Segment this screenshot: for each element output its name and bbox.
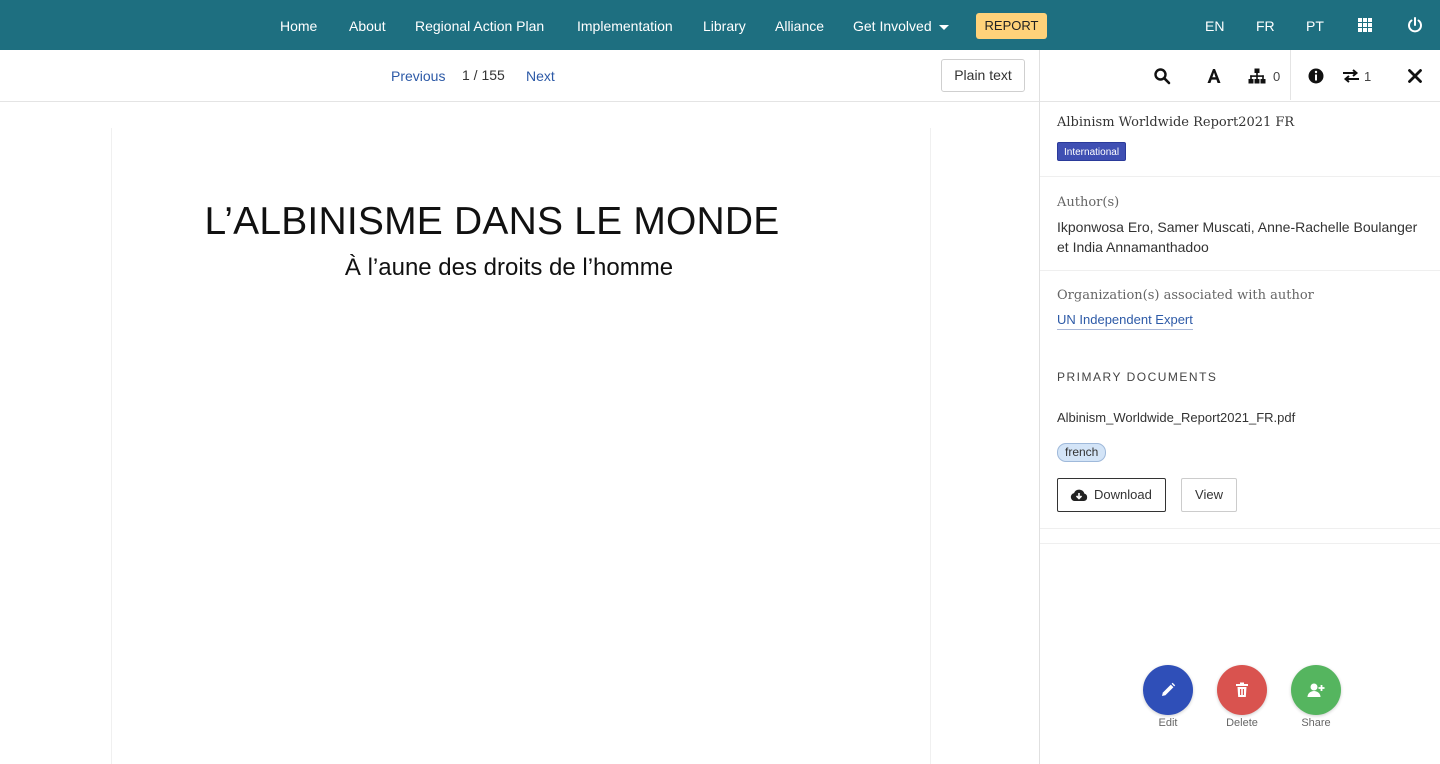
- hierarchy-icon[interactable]: [1248, 67, 1266, 85]
- nav-implementation[interactable]: Implementation: [577, 0, 673, 50]
- page-count: 1 / 155: [462, 67, 505, 83]
- exchange-icon[interactable]: [1342, 67, 1360, 85]
- nav-get-involved[interactable]: Get Involved: [853, 0, 949, 50]
- document-name: Albinism Worldwide Report2021 FR: [1057, 115, 1295, 130]
- pencil-icon: [1162, 682, 1176, 696]
- chevron-down-icon: [938, 24, 949, 30]
- authors-value: Ikponwosa Ero, Samer Muscati, Anne-Rache…: [1057, 219, 1418, 255]
- document-page: L’ALBINISME DANS LE MONDE À l’aune des d…: [111, 128, 931, 764]
- grid-icon[interactable]: [1356, 16, 1374, 34]
- lang-fr[interactable]: FR: [1256, 0, 1275, 50]
- font-icon[interactable]: [1205, 67, 1223, 85]
- nav-regional-action-plan[interactable]: Regional Action Plan: [415, 0, 544, 50]
- exchange-count: 1: [1364, 69, 1372, 84]
- lang-pt[interactable]: PT: [1306, 0, 1324, 50]
- power-icon[interactable]: [1406, 16, 1424, 34]
- nav-home[interactable]: Home: [280, 0, 317, 50]
- authors-label: Author(s): [1057, 195, 1120, 210]
- lang-en[interactable]: EN: [1205, 0, 1224, 50]
- view-button[interactable]: View: [1181, 478, 1237, 512]
- pdf-file-name: Albinism_Worldwide_Report2021_FR.pdf: [1057, 410, 1296, 425]
- download-label: Download: [1094, 487, 1152, 502]
- nav-about[interactable]: About: [349, 0, 386, 50]
- panel-toolbar: 0 1: [1040, 50, 1440, 102]
- plain-text-button[interactable]: Plain text: [941, 59, 1025, 92]
- nav-get-involved-label: Get Involved: [853, 18, 932, 34]
- panel-divider: [1040, 528, 1440, 544]
- nav-library[interactable]: Library: [703, 0, 746, 50]
- nav-alliance[interactable]: Alliance: [775, 0, 824, 50]
- top-navigation: Home About Regional Action Plan Implemen…: [0, 0, 1440, 50]
- trash-icon: [1236, 682, 1248, 697]
- cloud-download-icon: [1070, 489, 1088, 501]
- international-badge: International: [1057, 142, 1127, 161]
- share-label: Share: [1301, 717, 1331, 729]
- authors-section: Author(s) Ikponwosa Ero, Samer Muscati, …: [1040, 177, 1440, 271]
- organization-link[interactable]: UN Independent Expert: [1057, 312, 1193, 330]
- info-icon[interactable]: [1307, 67, 1325, 85]
- primary-documents-heading: PRIMARY DOCUMENTS: [1057, 370, 1218, 384]
- language-badge: french: [1057, 443, 1107, 462]
- document-title: L’ALBINISME DANS LE MONDE: [204, 200, 780, 243]
- hierarchy-count: 0: [1273, 69, 1281, 84]
- delete-label: Delete: [1226, 717, 1258, 729]
- user-plus-icon: [1307, 683, 1325, 697]
- side-panel: 0 1 Albinism Worldwide Report2021 FR Int…: [1039, 50, 1440, 764]
- delete-button[interactable]: [1217, 665, 1267, 715]
- share-button[interactable]: [1291, 665, 1341, 715]
- edit-label: Edit: [1158, 717, 1178, 729]
- toolbar-divider: [1290, 50, 1291, 100]
- search-icon[interactable]: [1153, 67, 1171, 85]
- organization-label: Organization(s) associated with author: [1057, 288, 1314, 303]
- edit-button[interactable]: [1143, 665, 1193, 715]
- download-button[interactable]: Download: [1057, 478, 1166, 512]
- pager-bar: Previous 1 / 155 Next Plain text: [0, 50, 1039, 102]
- previous-page-link[interactable]: Previous: [391, 68, 445, 84]
- close-icon[interactable]: [1406, 67, 1424, 85]
- report-button[interactable]: REPORT: [976, 13, 1047, 39]
- document-viewer: L’ALBINISME DANS LE MONDE À l’aune des d…: [0, 102, 1039, 764]
- document-summary: Albinism Worldwide Report2021 FR Interna…: [1040, 102, 1440, 177]
- document-subtitle: À l’aune des droits de l’homme: [344, 254, 674, 281]
- next-page-link[interactable]: Next: [526, 68, 555, 84]
